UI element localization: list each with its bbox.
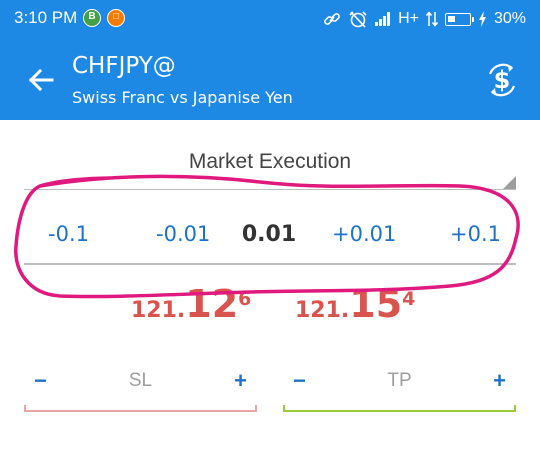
symbol-title: CHFJPY@ (72, 53, 176, 79)
battery-icon (444, 12, 474, 26)
data-transfer-icon (425, 11, 438, 27)
arrow-back-icon (28, 68, 54, 92)
take-profit-field: − TP + (283, 362, 516, 412)
ask-price-pip: 4 (402, 287, 416, 310)
symbol-description: Swiss Franc vs Japanise Yen (72, 88, 293, 107)
sl-underline-tick (255, 405, 257, 412)
execution-underline (24, 188, 516, 190)
svg-text:$: $ (494, 66, 511, 94)
app-toolbar: CHFJPY@ Swiss Franc vs Japanise Yen $ (0, 38, 540, 120)
sl-underline-tick (24, 405, 26, 412)
bid-price-pip: 6 (238, 287, 252, 310)
bid-price-main: 12 (185, 282, 239, 326)
ask-price-main: 15 (349, 282, 403, 326)
dropdown-corner-icon (503, 176, 516, 189)
notification-app-icon-2: □ (107, 9, 125, 27)
ask-price[interactable]: 121.154 (295, 282, 415, 326)
sl-input[interactable]: SL (24, 370, 257, 392)
stop-loss-field: − SL + (24, 362, 257, 412)
currency-exchange-icon: $ (488, 63, 516, 97)
tp-underline (283, 410, 516, 412)
tp-underline-tick (283, 405, 285, 412)
bid-price[interactable]: 121.126 (131, 282, 251, 326)
volume-value[interactable]: 0.01 (224, 222, 314, 247)
network-type: H+ (398, 10, 419, 27)
tp-input[interactable]: TP (283, 370, 516, 392)
bid-price-prefix: 121. (131, 298, 186, 323)
sl-underline (24, 410, 257, 412)
ask-price-prefix: 121. (295, 298, 350, 323)
tp-increase-button[interactable]: + (493, 368, 506, 394)
back-button[interactable] (22, 60, 62, 100)
volume-increase-small-button[interactable]: +0.01 (332, 222, 396, 246)
volume-decrease-large-button[interactable]: -0.1 (48, 222, 89, 246)
alarm-off-icon (349, 11, 367, 28)
sl-increase-button[interactable]: + (234, 368, 247, 394)
tp-underline-tick (514, 405, 516, 412)
status-icons: H+ 30% (323, 8, 526, 30)
volume-increase-large-button[interactable]: +0.1 (450, 222, 501, 246)
execution-mode-label: Market Execution (188, 150, 352, 173)
signal-icon (375, 12, 391, 26)
volume-stepper: -0.1 -0.01 0.01 +0.01 +0.1 (24, 212, 516, 262)
status-bar: 3:10 PM B □ H+ 30% (0, 0, 540, 38)
volume-underline (24, 263, 516, 265)
battery-percent: 30% (493, 10, 526, 27)
execution-mode-select[interactable]: Market Execution (24, 142, 516, 190)
status-time: 3:10 PM (14, 8, 78, 27)
change-symbol-button[interactable]: $ (482, 60, 522, 100)
volume-decrease-small-button[interactable]: -0.01 (156, 222, 210, 246)
notification-app-icon: B (83, 9, 101, 27)
link-icon (324, 13, 340, 25)
charging-icon (478, 11, 486, 27)
